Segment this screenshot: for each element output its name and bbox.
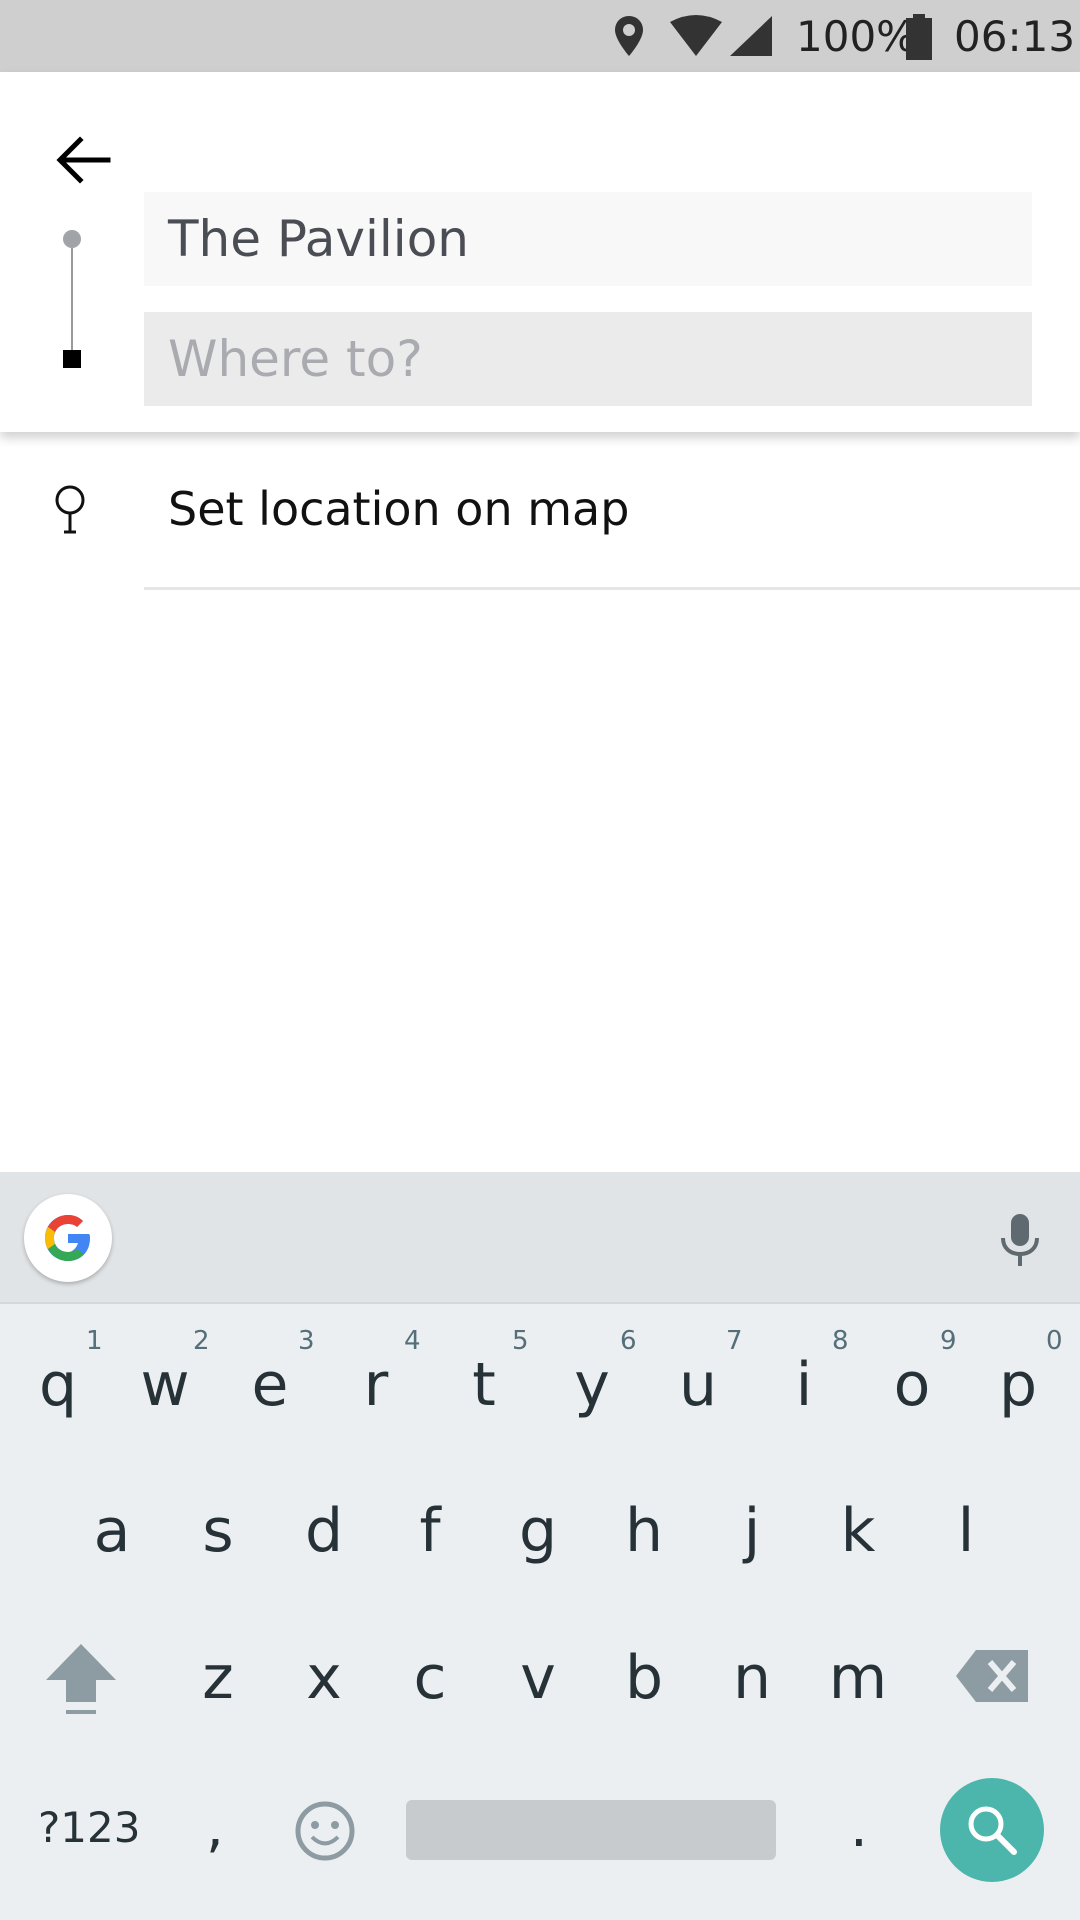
battery-percentage: 100%	[796, 12, 917, 61]
status-bar: 100% 06:13	[0, 0, 1080, 72]
set-location-on-map-row[interactable]: Set location on map	[0, 444, 1080, 590]
key-e[interactable]: e	[240, 1350, 300, 1420]
key-l[interactable]: l	[936, 1496, 996, 1566]
arrow-left-icon[interactable]	[52, 128, 116, 192]
key-y[interactable]: y	[562, 1350, 622, 1420]
key-h[interactable]: h	[614, 1496, 674, 1566]
search-icon	[968, 1806, 1017, 1855]
key-r[interactable]: r	[346, 1350, 406, 1420]
key-i[interactable]: i	[774, 1350, 834, 1420]
shift-key-icon[interactable]	[44, 1640, 118, 1716]
key-hint-3: 3	[298, 1326, 315, 1356]
key-hint-0: 0	[1046, 1326, 1063, 1356]
comma-key[interactable]: ,	[206, 1795, 224, 1860]
destination-square-icon	[63, 350, 81, 368]
key-s[interactable]: s	[188, 1496, 248, 1566]
wifi-icon	[670, 15, 722, 56]
key-c[interactable]: c	[400, 1643, 460, 1713]
key-j[interactable]: j	[722, 1496, 782, 1566]
key-a[interactable]: a	[82, 1496, 142, 1566]
key-hint-7: 7	[726, 1326, 743, 1356]
status-clock: 06:13	[954, 12, 1076, 61]
row-divider	[144, 587, 1080, 590]
key-g[interactable]: g	[508, 1496, 568, 1566]
signal-icon	[730, 16, 772, 56]
key-q[interactable]: q	[28, 1350, 88, 1420]
location-pin-icon	[615, 16, 643, 56]
search-action-key[interactable]	[940, 1778, 1044, 1882]
key-p[interactable]: p	[988, 1350, 1048, 1420]
key-f[interactable]: f	[400, 1496, 460, 1566]
google-g-icon	[45, 1215, 90, 1261]
key-k[interactable]: k	[828, 1496, 888, 1566]
key-hint-6: 6	[620, 1326, 637, 1356]
map-pin-icon	[55, 485, 85, 534]
key-hint-8: 8	[832, 1326, 849, 1356]
keyboard-toolbar	[0, 1172, 1080, 1304]
key-v[interactable]: v	[508, 1643, 568, 1713]
key-hint-2: 2	[193, 1326, 210, 1356]
key-u[interactable]: u	[668, 1350, 728, 1420]
key-hint-5: 5	[512, 1326, 529, 1356]
key-m[interactable]: m	[828, 1643, 888, 1713]
period-key[interactable]: .	[850, 1795, 868, 1860]
destination-input[interactable]	[144, 312, 1032, 406]
key-x[interactable]: x	[294, 1643, 354, 1713]
key-hint-4: 4	[404, 1326, 421, 1356]
space-bar[interactable]	[406, 1800, 776, 1860]
pickup-location-field[interactable]: The Pavilion	[144, 192, 1032, 286]
microphone-icon[interactable]	[996, 1212, 1044, 1268]
emoji-icon[interactable]	[294, 1800, 356, 1862]
pickup-dot-icon	[63, 230, 81, 248]
key-z[interactable]: z	[188, 1643, 248, 1713]
key-n[interactable]: n	[722, 1643, 782, 1713]
route-search-card: The Pavilion	[0, 72, 1080, 432]
key-t[interactable]: t	[454, 1350, 514, 1420]
key-o[interactable]: o	[882, 1350, 942, 1420]
backspace-key-icon[interactable]	[956, 1650, 1030, 1702]
key-b[interactable]: b	[614, 1643, 674, 1713]
key-d[interactable]: d	[294, 1496, 354, 1566]
set-location-label: Set location on map	[168, 482, 630, 536]
symbols-key[interactable]: ?123	[38, 1803, 140, 1852]
key-hint-1: 1	[86, 1326, 103, 1356]
battery-icon	[906, 14, 932, 60]
route-connector-line	[71, 248, 73, 350]
google-search-button[interactable]	[24, 1194, 112, 1282]
key-w[interactable]: w	[135, 1350, 195, 1420]
key-hint-9: 9	[940, 1326, 957, 1356]
